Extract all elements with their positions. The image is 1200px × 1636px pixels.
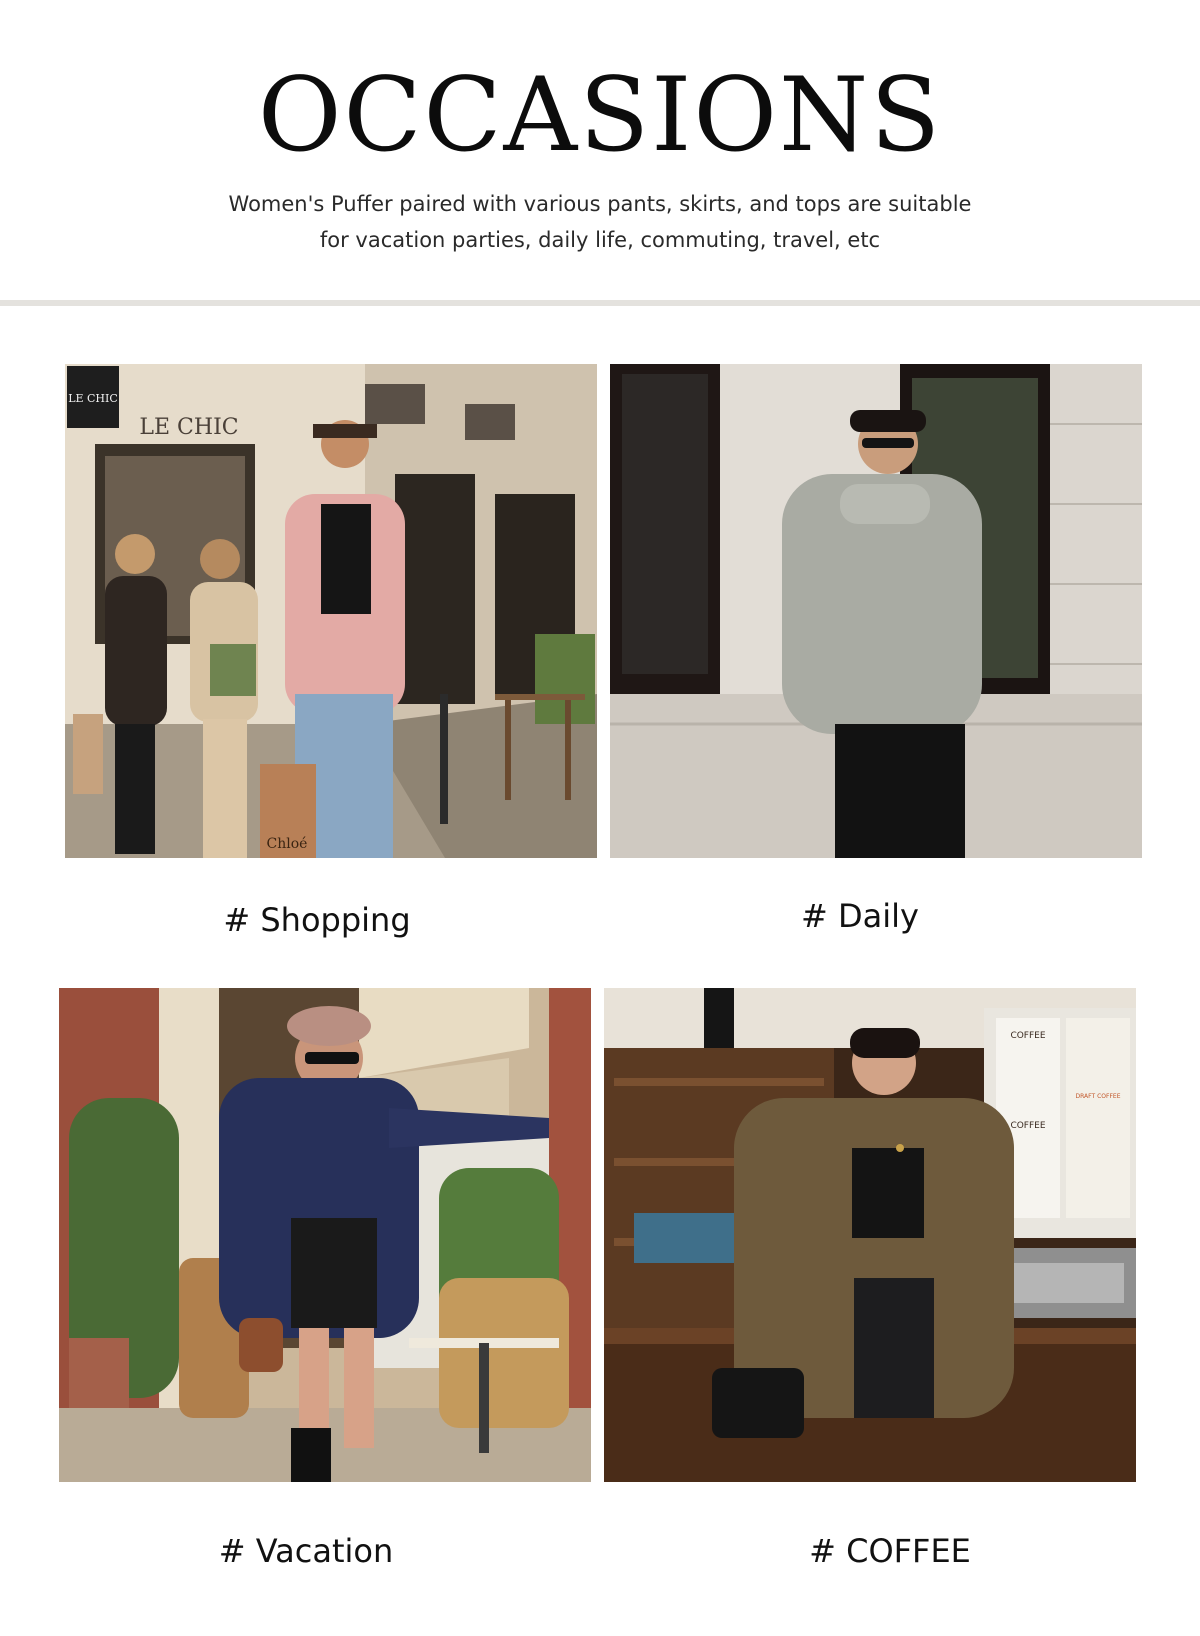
store-sign-text: LE CHIC [68,392,118,405]
menu-board-title-1: COFFEE [1010,1031,1045,1041]
caption-daily: # Daily [801,897,919,935]
shopping-bag-text: Chloé [267,836,308,852]
shopping-photo: LE CHIC LE CHIC Chloé [65,364,597,858]
section-divider [0,300,1200,306]
coffee-photo: COFFEE COFFEE DRAFT COFFEE [604,988,1136,1482]
store-facade-text: LE CHIC [139,415,238,440]
subtitle-line-1: Women's Puffer paired with various pants… [228,192,972,216]
menu-board-title-3: DRAFT COFFEE [1076,1093,1121,1100]
vacation-photo [59,988,591,1482]
caption-coffee: # COFFEE [809,1532,971,1570]
page-subtitle: Women's Puffer paired with various pants… [150,186,1050,258]
daily-photo [610,364,1142,858]
subtitle-line-2: for vacation parties, daily life, commut… [319,228,881,252]
caption-shopping: # Shopping [223,901,411,939]
page-title: OCCASIONS [257,56,943,175]
caption-vacation: # Vacation [218,1532,394,1570]
menu-board-title-2: COFFEE [1010,1121,1045,1131]
